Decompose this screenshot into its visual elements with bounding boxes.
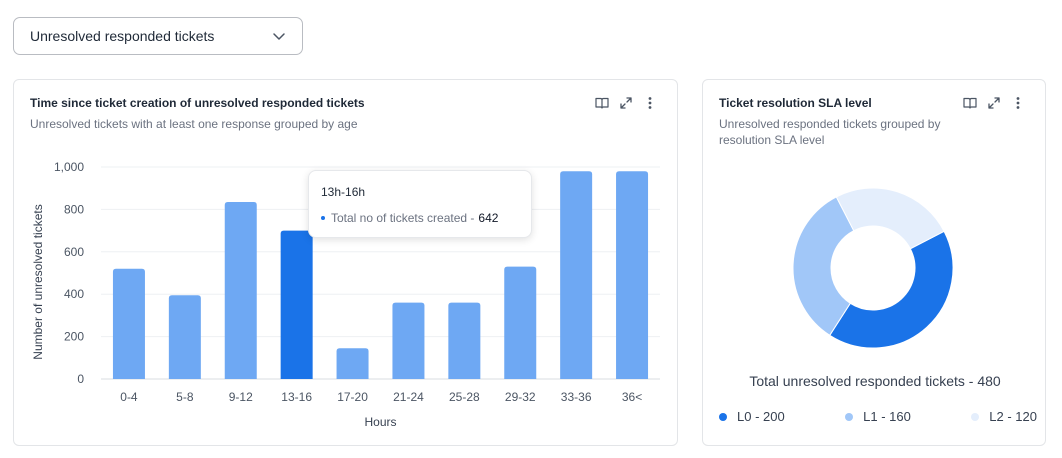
- tooltip-series-dot: [321, 216, 325, 220]
- donut-slice-l0: [829, 230, 954, 349]
- ticket-age-bar-chart: 0 200 400 600 800 1,000 0-4 5-8 9-12 13-16 17-20 21…: [31, 160, 660, 429]
- legend-item-l0: L0 - 200: [719, 409, 785, 424]
- legend-item-l2: L2 - 120: [971, 409, 1037, 424]
- total-tickets-label: Total unresolved responded tickets - 480: [749, 373, 1001, 389]
- ticket-filter-selected-label: Unresolved responded tickets: [30, 28, 215, 44]
- y-tick-label: 200: [64, 330, 84, 344]
- legend-label: L1 - 160: [863, 409, 911, 424]
- bar-13-16: [280, 230, 313, 379]
- y-tick-label: 800: [64, 202, 84, 216]
- legend-label: L0 - 200: [737, 409, 785, 424]
- y-tick-label: 400: [64, 287, 84, 301]
- bar-21-24: [392, 302, 425, 379]
- legend-dot: [719, 412, 727, 421]
- tooltip-title: 13h-16h: [321, 185, 366, 199]
- x-tick-label: 25-28: [449, 390, 480, 404]
- bar-33-36: [560, 171, 593, 379]
- chart-tooltip: 13h-16h Total no of tickets created - 64…: [308, 170, 532, 238]
- x-tick-label: 13-16: [281, 390, 312, 404]
- x-tick-label: 36<: [622, 390, 642, 404]
- x-tick-label: 33-36: [561, 390, 592, 404]
- x-axis-title: Hours: [364, 415, 396, 429]
- bar-0-4: [112, 268, 145, 379]
- tooltip-line: Total no of tickets created - 642: [321, 211, 498, 225]
- x-tick-label: 5-8: [176, 390, 194, 404]
- ticket-filter-dropdown[interactable]: Unresolved responded tickets: [13, 17, 303, 55]
- x-tick-label: 0-4: [120, 390, 138, 404]
- bar-36<: [616, 171, 649, 379]
- sla-level-chart-card: Ticket resolution SLA level Unresolved r…: [702, 79, 1046, 446]
- x-tick-label: 29-32: [505, 390, 536, 404]
- y-tick-label: 600: [64, 245, 84, 259]
- tooltip-label: Total no of tickets created -: [331, 211, 475, 225]
- ticket-age-chart-card: Time since ticket creation of unresolved…: [13, 79, 678, 446]
- x-tick-label: 21-24: [393, 390, 424, 404]
- tooltip-value: 642: [478, 211, 499, 225]
- sla-donut-chart: [792, 187, 954, 349]
- legend-dot: [845, 412, 854, 421]
- bar-29-32: [504, 266, 537, 379]
- donut-legend: L0 - 200 L1 - 160 L2 - 120: [719, 409, 1037, 424]
- y-tick-label: 0: [77, 372, 84, 386]
- x-tick-label: 17-20: [337, 390, 368, 404]
- bar-5-8: [168, 295, 201, 379]
- y-tick-label: 1,000: [54, 160, 84, 174]
- chevron-down-icon: [272, 29, 286, 43]
- x-tick-label: 9-12: [229, 390, 253, 404]
- donut-slice-l2: [835, 187, 945, 250]
- legend-dot: [971, 412, 980, 421]
- legend-label: L2 - 120: [989, 409, 1037, 424]
- bar-9-12: [224, 201, 257, 379]
- legend-item-l1: L1 - 160: [845, 409, 911, 424]
- bar-17-20: [336, 348, 369, 379]
- y-axis-title: Number of unresolved tickets: [31, 204, 45, 359]
- bar-25-28: [448, 302, 481, 379]
